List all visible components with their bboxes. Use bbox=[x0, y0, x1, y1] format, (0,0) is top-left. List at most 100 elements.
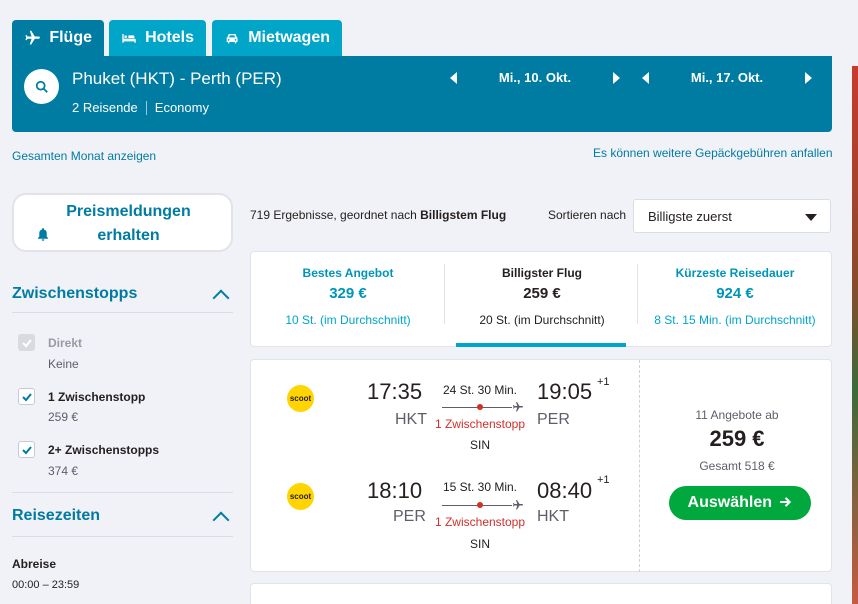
leg2-arr-time: 08:40 bbox=[537, 478, 593, 503]
baggage-fees-link[interactable]: Es können weitere Gepäckgebühren anfalle… bbox=[593, 146, 833, 160]
prev-return-date-icon[interactable] bbox=[642, 71, 649, 84]
whole-month-link[interactable]: Gesamten Monat anzeigen bbox=[12, 149, 156, 163]
leg1-arr-time: 19:05 bbox=[537, 379, 593, 404]
filter-direct-label: Direkt bbox=[48, 336, 83, 350]
plane-icon bbox=[513, 402, 523, 412]
card-divider bbox=[639, 360, 640, 572]
filter-one-stop-label: 1 Zwischenstopp bbox=[48, 390, 146, 404]
next-return-date-icon[interactable] bbox=[805, 71, 812, 84]
leg1-stop-dot bbox=[477, 404, 483, 410]
plane-icon bbox=[513, 500, 523, 510]
bell-icon bbox=[37, 228, 48, 241]
leg1-day-offset: +1 bbox=[597, 376, 610, 388]
prev-depart-date-icon[interactable] bbox=[450, 71, 457, 84]
meta-divider bbox=[145, 101, 147, 115]
search-icon bbox=[35, 80, 48, 93]
times-section-title[interactable]: Reisezeiten bbox=[12, 507, 100, 525]
divider bbox=[12, 312, 233, 313]
depart-date-nav: Mi., 10. Okt. bbox=[450, 70, 620, 85]
traveller-summary[interactable]: 2 Reisende Economy bbox=[72, 100, 209, 115]
chevron-up-icon[interactable] bbox=[212, 511, 230, 529]
leg2-stop-dot bbox=[477, 502, 483, 508]
search-summary-bar[interactable]: Phuket (HKT) - Perth (PER) 2 Reisende Ec… bbox=[12, 56, 832, 132]
tab-car-rental[interactable]: Mietwagen bbox=[212, 20, 342, 56]
results-count-sort: Billigstem Flug bbox=[420, 208, 507, 222]
travellers-text: 2 Reisende bbox=[72, 100, 138, 115]
filter-direct-price: Keine bbox=[48, 357, 79, 371]
cabin-text: Economy bbox=[154, 100, 209, 115]
departure-label: Abreise bbox=[12, 557, 57, 571]
sort-tab-price: 329 € bbox=[329, 285, 367, 302]
price-alert-label: Preismeldungen erhalten bbox=[66, 203, 191, 244]
car-icon bbox=[226, 33, 238, 44]
tab-car-rental-label: Mietwagen bbox=[248, 29, 330, 46]
tab-hotels[interactable]: Hotels bbox=[109, 20, 206, 56]
check-icon bbox=[21, 445, 32, 454]
checkbox-direct[interactable] bbox=[18, 334, 35, 351]
airline-logo: scoot bbox=[287, 483, 314, 510]
search-button[interactable] bbox=[24, 69, 59, 104]
checkbox-two-plus-stops[interactable] bbox=[18, 441, 35, 458]
chevron-up-icon[interactable] bbox=[212, 289, 230, 307]
active-tab-indicator bbox=[456, 343, 626, 347]
sort-tab-best[interactable]: Bestes Angebot 329 € 10 St. (im Durchsch… bbox=[251, 252, 445, 346]
select-button[interactable]: Auswählen bbox=[669, 486, 811, 520]
stops-section-title[interactable]: Zwischenstopps bbox=[12, 285, 137, 303]
next-depart-date-icon[interactable] bbox=[613, 71, 620, 84]
return-date[interactable]: Mi., 17. Okt. bbox=[649, 70, 805, 85]
return-date-nav: Mi., 17. Okt. bbox=[642, 70, 812, 85]
caret-down-icon bbox=[805, 214, 817, 221]
divider bbox=[12, 536, 233, 537]
sort-tabs: Bestes Angebot 329 € 10 St. (im Durchsch… bbox=[250, 251, 832, 347]
sort-tab-duration: 10 St. (im Durchschnitt) bbox=[285, 313, 411, 327]
result-card[interactable] bbox=[250, 583, 832, 604]
sort-tab-price: 924 € bbox=[716, 285, 754, 302]
leg1-dep-time: 17:35 bbox=[367, 379, 423, 404]
sort-tab-cheapest[interactable]: Billigster Flug 259 € 20 St. (im Durchsc… bbox=[445, 252, 639, 346]
leg2-dep-time: 18:10 bbox=[367, 478, 423, 503]
leg1-via: SIN bbox=[469, 438, 490, 452]
leg1-duration: 24 St. 30 Min. bbox=[442, 383, 518, 397]
check-icon bbox=[21, 338, 32, 347]
depart-date[interactable]: Mi., 10. Okt. bbox=[457, 70, 613, 85]
sort-tab-title: Bestes Angebot bbox=[302, 266, 394, 280]
sort-label: Sortieren nach bbox=[548, 208, 627, 222]
arrow-right-icon bbox=[780, 497, 792, 507]
result-card[interactable]: scoot 17:35 HKT 24 St. 30 Min. 1 Zwische… bbox=[250, 359, 832, 572]
checkbox-one-stop[interactable] bbox=[18, 388, 35, 405]
filter-two-plus-stops-price: 374 € bbox=[48, 464, 79, 478]
tab-flights-label: Flüge bbox=[49, 29, 92, 46]
route-text[interactable]: Phuket (HKT) - Perth (PER) bbox=[72, 69, 282, 89]
select-button-label: Auswählen bbox=[687, 494, 772, 511]
result-total: Gesamt 518 € bbox=[699, 459, 775, 473]
tab-hotels-label: Hotels bbox=[145, 29, 194, 46]
sort-select-value: Billigste zuerst bbox=[648, 209, 732, 224]
leg1-stops: 1 Zwischenstopp bbox=[434, 417, 526, 431]
results-count-text: 719 Ergebnisse, geordnet nach bbox=[250, 208, 417, 222]
offers-count: 11 Angebote ab bbox=[695, 408, 779, 422]
sort-tab-price: 259 € bbox=[523, 285, 561, 302]
plane-icon bbox=[25, 30, 40, 45]
price-alert-button[interactable]: Preismeldungen erhalten bbox=[12, 193, 233, 252]
bed-icon bbox=[122, 33, 136, 43]
tab-flights[interactable]: Flüge bbox=[12, 20, 104, 56]
sort-tab-duration: 8 St. 15 Min. (im Durchschnitt) bbox=[654, 313, 816, 327]
filter-two-plus-stops-label: 2+ Zwischenstopps bbox=[48, 443, 160, 457]
leg2-stops: 1 Zwischenstopp bbox=[434, 515, 526, 529]
airline-logo: scoot bbox=[287, 385, 314, 412]
leg2-duration: 15 St. 30 Min. bbox=[442, 480, 518, 494]
check-icon bbox=[21, 392, 32, 401]
sort-select[interactable]: Billigste zuerst bbox=[633, 199, 831, 233]
results-count: 719 Ergebnisse, geordnet nach Billigstem… bbox=[250, 208, 506, 222]
sort-tab-title: Billigster Flug bbox=[501, 266, 582, 280]
leg1-dep-code: HKT bbox=[395, 411, 427, 428]
side-ad-image bbox=[852, 66, 858, 604]
sort-tab-title: Kürzeste Reisedauer bbox=[675, 266, 795, 280]
leg2-arr-code: HKT bbox=[537, 508, 569, 525]
result-price: 259 € bbox=[709, 426, 765, 451]
leg2-dep-code: PER bbox=[393, 508, 426, 525]
sort-tab-fastest[interactable]: Kürzeste Reisedauer 924 € 8 St. 15 Min. … bbox=[638, 252, 832, 346]
filter-one-stop-price: 259 € bbox=[48, 410, 79, 424]
leg2-day-offset: +1 bbox=[597, 474, 610, 486]
leg1-arr-code: PER bbox=[537, 411, 570, 428]
